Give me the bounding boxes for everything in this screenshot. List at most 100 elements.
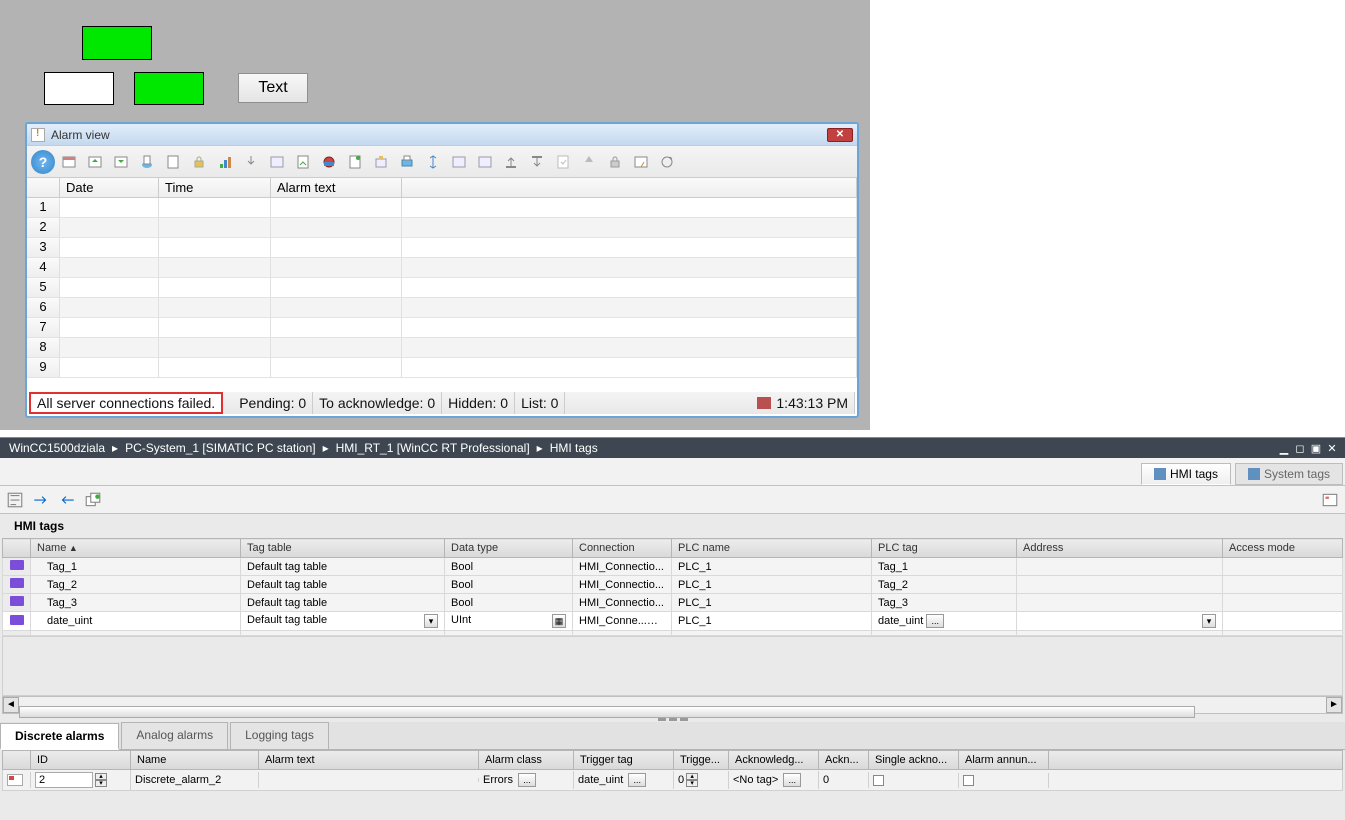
toolbar-icon-right[interactable] xyxy=(1321,491,1339,509)
toolbar-btn-16[interactable] xyxy=(447,150,471,174)
da-col-trigger-bit[interactable]: Trigge... xyxy=(674,751,729,769)
cell-address[interactable] xyxy=(1017,558,1223,576)
hmi-col-plc-tag[interactable]: PLC tag xyxy=(872,539,1017,558)
cell-access[interactable] xyxy=(1223,612,1343,631)
toolbar-icon-4[interactable] xyxy=(84,491,102,509)
trigger-bit-cell[interactable]: 0▴▾ xyxy=(674,771,729,789)
hmi-col-plc-name[interactable]: PLC name xyxy=(672,539,872,558)
help-icon[interactable]: ? xyxy=(31,150,55,174)
bit-stepper[interactable]: ▴▾ xyxy=(686,773,698,787)
cell-tag-table[interactable]: Default tag table xyxy=(241,576,445,594)
toolbar-btn-9[interactable] xyxy=(265,150,289,174)
alarm-row[interactable]: 8 xyxy=(27,338,857,358)
crumb-1[interactable]: PC-System_1 [SIMATIC PC station] xyxy=(122,441,319,455)
da-col-single[interactable]: Single ackno... xyxy=(869,751,959,769)
crumb-0[interactable]: WinCC1500dziala xyxy=(6,441,108,455)
close-icon[interactable]: ✕ xyxy=(827,128,853,142)
toolbar-btn-6[interactable] xyxy=(187,150,211,174)
cell-plc-tag[interactable]: date_uint... xyxy=(872,612,1017,631)
toolbar-btn-23[interactable] xyxy=(629,150,653,174)
cell-tag-table[interactable]: Default tag table xyxy=(241,558,445,576)
cell-connection[interactable]: HMI_Conne...... xyxy=(573,612,672,631)
cell-connection[interactable]: HMI_Connectio... xyxy=(573,576,672,594)
ack-tag-cell[interactable]: <No tag>... xyxy=(729,771,819,789)
dropdown-icon[interactable]: ▾ xyxy=(1202,614,1216,628)
cell-connection[interactable]: HMI_Connectio... xyxy=(573,594,672,612)
annun-cell[interactable] xyxy=(959,773,1049,788)
horizontal-scrollbar[interactable]: ◄ ► xyxy=(2,696,1343,714)
column-header-date[interactable]: Date xyxy=(60,178,159,197)
toolbar-btn-4[interactable] xyxy=(135,150,159,174)
toolbar-btn-20[interactable] xyxy=(551,150,575,174)
column-header-index[interactable] xyxy=(27,178,60,197)
cell-name[interactable]: date_uint xyxy=(31,612,241,631)
cell-plc-name[interactable]: PLC_1 xyxy=(672,558,872,576)
cell-data-type[interactable]: Bool xyxy=(445,594,573,612)
tab-system-tags[interactable]: System tags xyxy=(1235,463,1343,485)
toolbar-btn-7[interactable] xyxy=(213,150,237,174)
add-new-row[interactable] xyxy=(3,631,1343,636)
da-col-trigger-tag[interactable]: Trigger tag xyxy=(574,751,674,769)
cell-name[interactable]: Tag_3 xyxy=(31,594,241,612)
column-header-time[interactable]: Time xyxy=(159,178,271,197)
scroll-left-icon[interactable]: ◄ xyxy=(3,697,19,713)
da-col-name[interactable]: Name xyxy=(131,751,259,769)
crumb-3[interactable]: HMI tags xyxy=(547,441,601,455)
dropdown-icon[interactable]: ▾ xyxy=(424,614,438,628)
hmi-col-tag-table[interactable]: Tag table xyxy=(241,539,445,558)
toolbar-icon-2[interactable] xyxy=(32,491,50,509)
hmi-col-icon[interactable] xyxy=(3,539,31,558)
tab-hmi-tags[interactable]: HMI tags xyxy=(1141,463,1231,485)
da-col-annun[interactable]: Alarm annun... xyxy=(959,751,1049,769)
hmi-col-access[interactable]: Access mode xyxy=(1223,539,1343,558)
ack-bit-cell[interactable]: 0 xyxy=(819,772,869,788)
da-col-icon[interactable] xyxy=(3,751,31,769)
cell-plc-tag[interactable]: Tag_1 xyxy=(872,558,1017,576)
hmi-col-address[interactable]: Address xyxy=(1017,539,1223,558)
id-stepper[interactable]: ▴▾ xyxy=(95,773,107,787)
cell-data-type[interactable]: Bool xyxy=(445,558,573,576)
hmi-tag-row[interactable]: Tag_2 Default tag table Bool HMI_Connect… xyxy=(3,576,1343,594)
cell-data-type[interactable]: Bool xyxy=(445,576,573,594)
cell-access[interactable] xyxy=(1223,576,1343,594)
crumb-2[interactable]: HMI_RT_1 [WinCC RT Professional] xyxy=(333,441,533,455)
tab-discrete-alarms[interactable]: Discrete alarms xyxy=(0,723,119,750)
checkbox-icon[interactable] xyxy=(963,775,974,786)
alarm-text-cell[interactable] xyxy=(259,778,479,782)
toolbar-btn-3[interactable] xyxy=(109,150,133,174)
browse-icon[interactable]: ... xyxy=(628,773,646,787)
browse-icon[interactable]: ▦ xyxy=(552,614,566,628)
text-button[interactable]: Text xyxy=(238,73,308,103)
cell-plc-name[interactable]: PLC_1 xyxy=(672,612,872,631)
toolbar-icon-3[interactable] xyxy=(58,491,76,509)
toolbar-btn-1[interactable] xyxy=(57,150,81,174)
column-header-rest[interactable] xyxy=(402,178,857,197)
checkbox-icon[interactable] xyxy=(873,775,884,786)
toolbar-btn-2[interactable] xyxy=(83,150,107,174)
hmi-tag-row[interactable]: Tag_3 Default tag table Bool HMI_Connect… xyxy=(3,594,1343,612)
alarm-row[interactable]: 1 xyxy=(27,198,857,218)
alarm-row[interactable]: 5 xyxy=(27,278,857,298)
alarm-view-titlebar[interactable]: Alarm view ✕ xyxy=(27,124,857,146)
toolbar-btn-14[interactable] xyxy=(395,150,419,174)
alarm-row[interactable]: 9 xyxy=(27,358,857,378)
trigger-tag-cell[interactable]: date_uint... xyxy=(574,771,674,789)
cell-data-type[interactable]: UInt▦ xyxy=(445,612,573,631)
toolbar-btn-8[interactable] xyxy=(239,150,263,174)
cell-plc-name[interactable]: PLC_1 xyxy=(672,576,872,594)
toolbar-btn-19[interactable] xyxy=(525,150,549,174)
column-header-alarm-text[interactable]: Alarm text xyxy=(271,178,402,197)
tab-analog-alarms[interactable]: Analog alarms xyxy=(121,722,228,749)
cell-access[interactable] xyxy=(1223,558,1343,576)
toolbar-icon-1[interactable] xyxy=(6,491,24,509)
alarm-row[interactable]: 7 xyxy=(27,318,857,338)
hmi-tag-row[interactable]: date_uint Default tag table▾ UInt▦ HMI_C… xyxy=(3,612,1343,631)
da-col-id[interactable]: ID xyxy=(31,751,131,769)
toolbar-btn-5[interactable] xyxy=(161,150,185,174)
toolbar-btn-11[interactable] xyxy=(317,150,341,174)
toolbar-btn-12[interactable] xyxy=(343,150,367,174)
toolbar-btn-15[interactable] xyxy=(421,150,445,174)
alarm-row[interactable]: 3 xyxy=(27,238,857,258)
close-icon[interactable]: ✕ xyxy=(1325,442,1339,454)
restore-icon[interactable]: ◻ xyxy=(1293,442,1307,454)
